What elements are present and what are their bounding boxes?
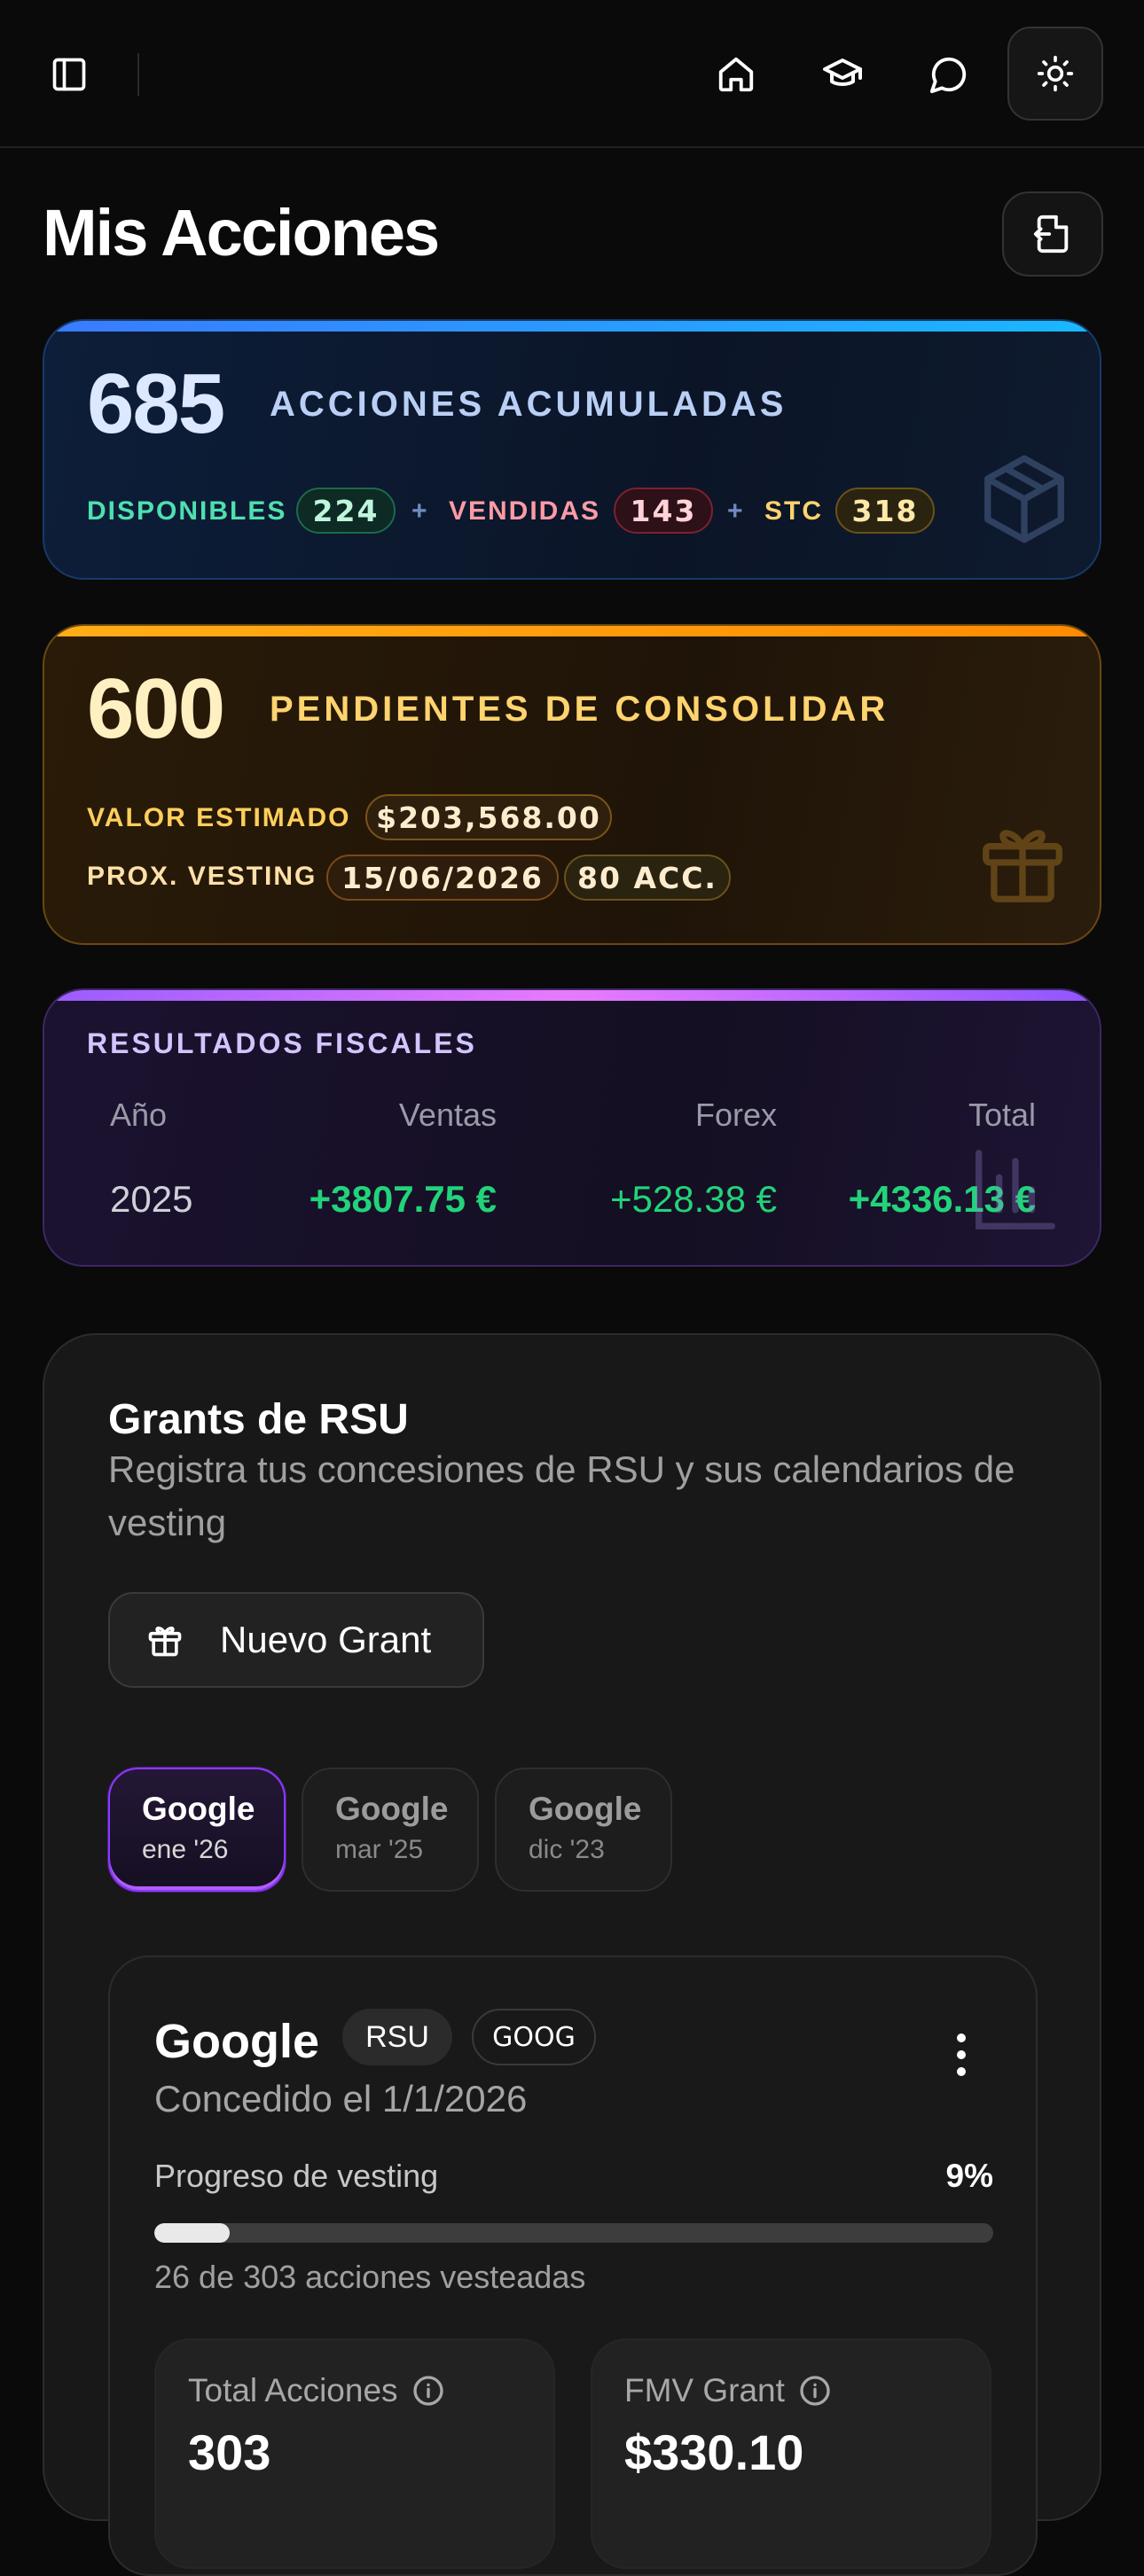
fiscal-title: RESULTADOS FISCALES [87, 1027, 477, 1059]
fiscal-header-forex: Forex [694, 1097, 777, 1133]
fiscal-year: 2025 [110, 1178, 193, 1220]
stat-value: 303 [188, 2424, 271, 2480]
grant-tab-date: dic '23 [529, 1835, 605, 1864]
more-options-icon[interactable] [944, 2028, 979, 2081]
grant-tab-date: mar '25 [335, 1835, 424, 1864]
accumulated-shares-card: 685 ACCIONES ACUMULADAS DISPONIBLES 224 … [43, 319, 1101, 580]
vesting-progress-percent: 9% [945, 2158, 993, 2194]
grant-date: Concedido el 1/1/2026 [154, 2078, 528, 2119]
estimated-value-label: VALOR ESTIMADO [87, 803, 351, 832]
available-label: DISPONIBLES [87, 496, 287, 526]
grants-panel: Grants de RSU Registra tus concesiones d… [43, 1333, 1101, 2576]
box-icon [976, 450, 1073, 552]
total-shares-stat: Total Acciones 303 [154, 2338, 555, 2569]
grants-subtitle: Registra tus concesiones de RSU y sus ca… [108, 1448, 1015, 1543]
new-grant-button[interactable]: Nuevo Grant [108, 1592, 484, 1688]
info-icon[interactable] [411, 2373, 446, 2408]
theme-toggle-button[interactable] [1007, 27, 1103, 121]
export-button[interactable] [1002, 191, 1103, 277]
fiscal-header-year: Año [110, 1097, 168, 1133]
estimated-value-badge: $203,568.00 [365, 794, 612, 840]
card-accent-line [44, 626, 1100, 636]
grant-tab-date: ene '26 [142, 1835, 229, 1864]
grant-company: Google [154, 2015, 319, 2068]
gift-icon [974, 814, 1071, 916]
sun-icon [1037, 55, 1074, 92]
grant-tab-name: Google [335, 1791, 449, 1827]
stc-badge: 318 [835, 488, 935, 534]
stat-value: $330.10 [624, 2424, 804, 2480]
home-icon[interactable] [702, 37, 770, 112]
ticker-badge: GOOG [472, 2009, 596, 2065]
grant-tab-name: Google [142, 1791, 255, 1827]
top-bar [0, 0, 1144, 148]
pending-vesting-card: 600 PENDIENTES DE CONSOLIDAR VALOR ESTIM… [43, 624, 1101, 945]
vesting-progress-fill [154, 2223, 231, 2243]
page-title: Mis Acciones [43, 196, 440, 269]
plus-sign: + [727, 496, 743, 526]
info-icon[interactable] [797, 2373, 833, 2408]
graduation-cap-icon[interactable] [809, 37, 876, 112]
fmv-grant-stat: FMV Grant $330.10 [591, 2338, 991, 2569]
vesting-progress-label: Progreso de vesting [154, 2158, 439, 2194]
stc-label: STC [764, 496, 823, 526]
gift-icon [148, 1626, 182, 1657]
file-export-icon [1033, 215, 1069, 254]
next-vesting-label: PROX. VESTING [87, 862, 317, 891]
stat-label: Total Acciones [188, 2372, 398, 2408]
grant-tab-google-dic-23[interactable]: Google dic '23 [495, 1768, 672, 1892]
next-vesting-date-badge: 15/06/2026 [326, 855, 559, 901]
grant-tab-google-ene-26[interactable]: Google ene '26 [108, 1768, 286, 1892]
card-accent-line [44, 321, 1100, 332]
grant-tab-name: Google [529, 1791, 642, 1827]
stat-label-row: Total Acciones [188, 2372, 446, 2409]
sidebar-toggle-icon[interactable] [35, 37, 103, 112]
stat-label: FMV Grant [624, 2372, 785, 2408]
accumulated-count: 685 [87, 356, 225, 451]
grant-detail-card: Google RSU GOOG Concedido el 1/1/2026 Pr… [108, 1955, 1038, 2576]
vesting-progress-bar [154, 2223, 993, 2243]
available-badge: 224 [296, 488, 396, 534]
stat-label-row: FMV Grant [624, 2372, 833, 2409]
divider [137, 53, 139, 96]
fiscal-results-card: RESULTADOS FISCALES Año Ventas Forex Tot… [43, 988, 1101, 1267]
chat-icon[interactable] [915, 37, 983, 112]
fiscal-header-sales: Ventas [398, 1097, 497, 1133]
bar-chart-icon [967, 1141, 1064, 1243]
pending-label: PENDIENTES DE CONSOLIDAR [270, 690, 889, 729]
pending-count: 600 [87, 661, 225, 756]
fiscal-sales-value: +3807.75 € [309, 1178, 497, 1220]
grant-tab-google-mar-25[interactable]: Google mar '25 [302, 1768, 479, 1892]
grants-title: Grants de RSU [108, 1396, 409, 1443]
sold-label: VENDIDAS [449, 496, 601, 526]
grant-type-badge: RSU [342, 2009, 452, 2065]
fiscal-header-total: Total [968, 1097, 1036, 1133]
next-vesting-shares-badge: 80 ACC. [564, 855, 731, 901]
card-accent-line [44, 990, 1100, 1001]
plus-sign: + [411, 496, 427, 526]
new-grant-label: Nuevo Grant [220, 1619, 432, 1660]
vesting-progress-detail: 26 de 303 acciones vesteadas [154, 2259, 586, 2295]
fiscal-forex-value: +528.38 € [609, 1178, 777, 1220]
accumulated-label: ACCIONES ACUMULADAS [270, 385, 787, 424]
sold-badge: 143 [614, 488, 713, 534]
